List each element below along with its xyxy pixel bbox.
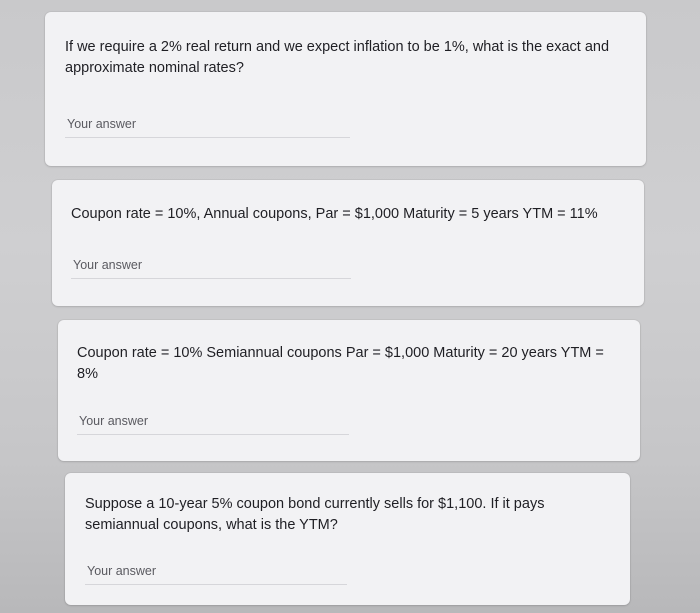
question-text-2: Coupon rate = 10%, Annual coupons, Par =… <box>71 206 598 222</box>
answer-underline-3 <box>77 434 349 435</box>
answer-field-3 <box>77 409 353 435</box>
answer-input-4[interactable] <box>85 559 351 583</box>
answer-field-4 <box>85 559 351 585</box>
question-card-1: If we require a 2% real return and we ex… <box>45 12 646 166</box>
answer-underline-2 <box>71 278 351 279</box>
question-text-4: Suppose a 10-year 5% coupon bond current… <box>85 496 545 533</box>
answer-underline-4 <box>85 584 347 585</box>
answer-underline-1 <box>65 137 350 138</box>
answer-input-2[interactable] <box>71 253 355 277</box>
answer-field-2 <box>71 253 355 279</box>
answer-field-1 <box>65 112 354 138</box>
question-card-3: Coupon rate = 10% Semiannual coupons Par… <box>58 320 640 461</box>
answer-input-1[interactable] <box>65 112 354 136</box>
question-card-2: Coupon rate = 10%, Annual coupons, Par =… <box>52 180 644 306</box>
question-text-3: Coupon rate = 10% Semiannual coupons Par… <box>77 345 604 382</box>
question-text-1: If we require a 2% real return and we ex… <box>65 39 610 76</box>
answer-input-3[interactable] <box>77 409 353 433</box>
question-card-4: Suppose a 10-year 5% coupon bond current… <box>65 473 630 605</box>
